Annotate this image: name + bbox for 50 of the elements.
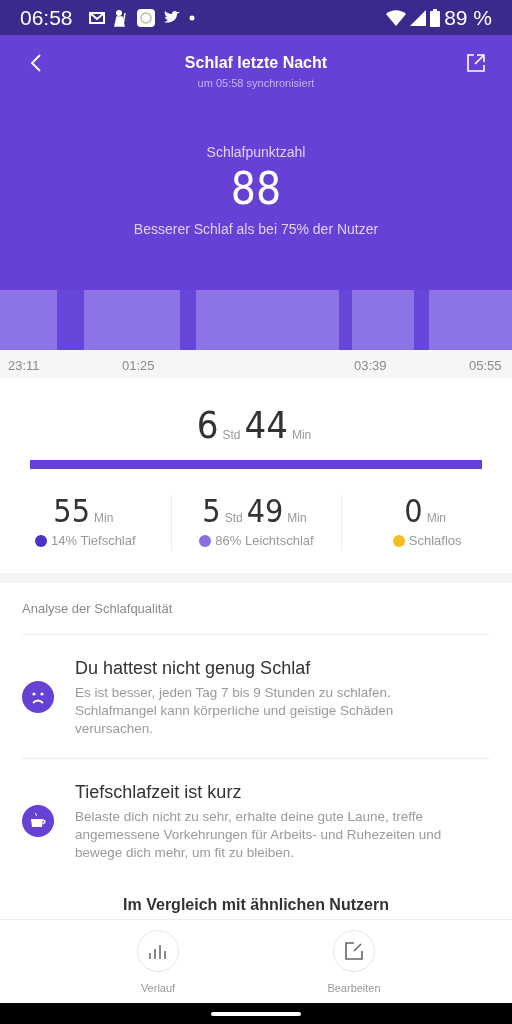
section-heading: Analyse der Schlafqualität: [22, 582, 490, 635]
time-tick: 03:39: [354, 357, 387, 375]
edit-icon: [344, 941, 364, 961]
duration-unit: Min: [426, 510, 446, 527]
duration-value: 6: [196, 406, 219, 444]
share-icon: [466, 53, 486, 73]
duration-unit: Min: [287, 510, 307, 527]
cup-icon: [22, 804, 54, 837]
score-label: Schlafpunktzahl: [206, 142, 306, 162]
advice-title: Du hattest nicht genug Schlaf: [75, 657, 312, 680]
duration-unit: Std: [224, 510, 243, 527]
duration-value: 44: [244, 406, 288, 444]
time-tick: 05:55: [469, 357, 502, 375]
time-tick: 23:11: [8, 357, 40, 375]
dot-icon: [188, 14, 195, 21]
wifi-icon: [386, 9, 407, 26]
status-time: 06:58: [20, 4, 73, 31]
time-tick: 01:25: [122, 357, 155, 375]
legend-label: 14% Tiefschlaf: [51, 532, 136, 550]
duration-value: 5: [202, 495, 221, 527]
sleep-score: 88: [230, 162, 282, 215]
advice-text: Belaste dich nicht zu sehr, erhalte deine gute Laune, treffe angemessene Vorkehrungen für Arbeits- und Ruhezeiten und bewege dich mehr, um fit zu bleiben.: [75, 808, 443, 862]
back-icon: [30, 53, 42, 73]
duration-unit: Std: [222, 427, 241, 444]
signal-icon: [410, 9, 427, 26]
sad-face-icon: [22, 680, 54, 713]
bird-icon: [162, 10, 181, 25]
duration-unit: Min: [291, 427, 312, 444]
duration-value: 49: [246, 495, 284, 527]
duration-value: 55: [53, 495, 90, 527]
legend-label: 86% Leichtschlaf: [215, 532, 314, 550]
figure-icon: [112, 8, 129, 27]
score-comparison: Besserer Schlaf als bei 75% der Nutzer: [133, 219, 379, 239]
home-indicator[interactable]: [211, 1011, 301, 1016]
battery-percent: 89 %: [444, 4, 492, 31]
advice-title: Tiefschlafzeit ist kurz: [75, 781, 243, 804]
sync-subtitle: um 05:58 synchronisiert: [197, 76, 315, 91]
duration-unit: Min: [93, 510, 114, 527]
nav-button[interactable]: Verlauf: [108, 930, 208, 1003]
app-icon: [136, 8, 155, 27]
advice-text: Es ist besser, jeden Tag 7 bis 9 Stunden zu schlafen. Schlafmangel kann körperliche und geistige Schäden verursachen.: [75, 684, 395, 738]
comparison-heading: Im Vergleich mit ähnlichen Nutzern: [122, 895, 390, 915]
nav-button[interactable]: Bearbeiten: [304, 930, 404, 1003]
legend-label: Schlaflos: [408, 532, 462, 550]
battery-icon: [430, 8, 441, 27]
duration-value: 0: [404, 495, 423, 527]
screen-title: Schlaf letzte Nacht: [184, 53, 328, 73]
share-button[interactable]: [464, 51, 488, 75]
mail-icon: [88, 11, 105, 24]
bar-chart-icon: [148, 943, 168, 959]
